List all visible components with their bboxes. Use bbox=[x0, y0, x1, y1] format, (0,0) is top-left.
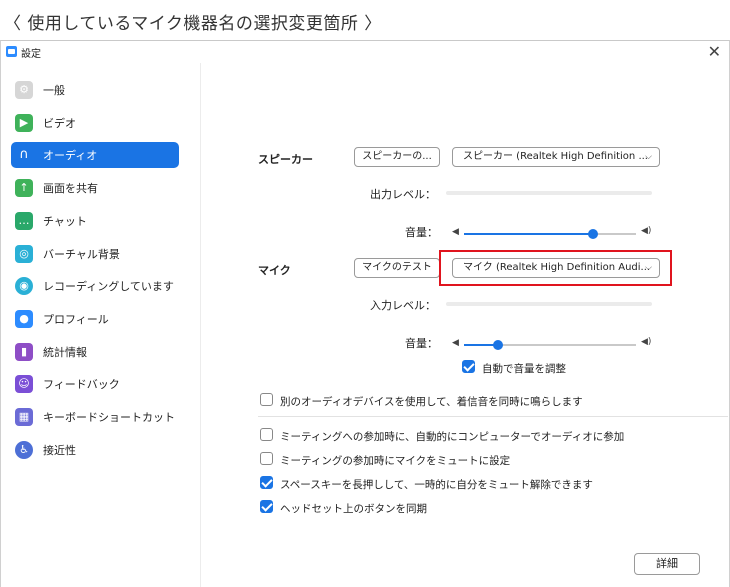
sidebar-item-label: レコーディングしています bbox=[43, 280, 174, 294]
audio-settings-panel: スピーカー スピーカーの... スピーカー (Realtek High Defi… bbox=[202, 63, 729, 587]
option-label: ミーティングの参加時にマイクをミュートに設定 bbox=[280, 455, 511, 467]
feedback-smiley-icon: ☺ bbox=[15, 375, 33, 394]
sidebar-item-11[interactable]: ♿ 接近性 bbox=[11, 437, 179, 463]
option-label: 別のオーディオデバイスを使用して、着信音を同時に鳴らします bbox=[280, 396, 583, 408]
mic-volume-label: 音量： bbox=[405, 337, 438, 350]
volume-low-icon: ◀ bbox=[452, 338, 459, 348]
speaker-volume-label: 音量： bbox=[405, 226, 438, 239]
test-mic-button[interactable]: マイクのテスト bbox=[354, 258, 440, 278]
mic-label: マイク bbox=[258, 264, 291, 277]
test-speaker-button[interactable]: スピーカーの... bbox=[354, 147, 440, 167]
app-logo-icon bbox=[6, 46, 17, 57]
option-label: スペースキーを長押しして、一時的に自分をミュート解除できます bbox=[280, 479, 593, 491]
option-checkbox[interactable] bbox=[260, 393, 273, 406]
option-checkbox[interactable] bbox=[260, 452, 273, 465]
virtual-background-icon: ◎ bbox=[15, 244, 33, 263]
sidebar-item-8[interactable]: ▮ 統計情報 bbox=[11, 339, 179, 365]
sidebar-item-3[interactable]: ↑ 画面を共有 bbox=[11, 175, 179, 201]
sidebar: ⚙ 一般 ▶ ビデオ ∩ オーディオ ↑ 画面を共有 … チャット ◎ バーチャル背景 ◉ レコーディング… bbox=[1, 63, 201, 587]
speaker-volume-slider[interactable] bbox=[464, 229, 636, 239]
speaker-volume-thumb[interactable] bbox=[588, 229, 598, 239]
speaker-label: スピーカー bbox=[258, 153, 313, 166]
sidebar-item-label: 画面を共有 bbox=[43, 182, 98, 196]
sidebar-item-label: 統計情報 bbox=[43, 345, 87, 359]
sidebar-item-label: プロフィール bbox=[43, 312, 109, 326]
sidebar-item-label: オーディオ bbox=[43, 149, 98, 163]
input-level-meter bbox=[446, 302, 652, 306]
window-title: 設定 bbox=[21, 49, 41, 60]
sidebar-item-6[interactable]: ◉ レコーディングしています bbox=[11, 273, 179, 299]
option-checkbox[interactable] bbox=[260, 500, 273, 513]
sidebar-item-label: キーボードショートカット bbox=[43, 411, 175, 424]
sidebar-item-9[interactable]: ☺ フィードバック bbox=[11, 371, 179, 397]
sidebar-item-2[interactable]: ∩ オーディオ bbox=[11, 142, 179, 169]
volume-high-icon: ◀) bbox=[641, 226, 652, 236]
title-bar: 設定 ✕ bbox=[1, 41, 729, 63]
share-screen-icon: ↑ bbox=[15, 179, 33, 198]
caption: 〈 使用しているマイク機器名の選択変更箇所 〉 bbox=[4, 14, 382, 34]
speaker-device-select[interactable]: スピーカー (Realtek High Definition ... ⌵ bbox=[452, 147, 660, 167]
statistics-icon: ▮ bbox=[15, 342, 33, 361]
option-label: ヘッドセット上のボタンを同期 bbox=[280, 503, 427, 515]
auto-adjust-volume-checkbox[interactable] bbox=[462, 360, 475, 373]
chat-bubble-icon: … bbox=[15, 211, 33, 230]
video-camera-icon: ▶ bbox=[15, 113, 33, 132]
accessibility-icon: ♿ bbox=[15, 440, 33, 459]
recording-icon: ◉ bbox=[15, 277, 33, 296]
output-level-label: 出力レベル： bbox=[370, 188, 436, 201]
advanced-button[interactable]: 詳細 bbox=[634, 553, 700, 575]
speaker-device-value: スピーカー (Realtek High Definition ... bbox=[463, 151, 648, 162]
sidebar-item-label: 一般 bbox=[43, 84, 65, 97]
sidebar-item-label: フィードバック bbox=[43, 378, 120, 392]
sidebar-item-7[interactable]: ● プロフィール bbox=[11, 306, 179, 332]
gear-icon: ⚙ bbox=[15, 81, 33, 99]
auto-adjust-volume-label: 自動で音量を調整 bbox=[482, 363, 566, 375]
sidebar-item-label: 接近性 bbox=[43, 443, 76, 457]
sidebar-item-5[interactable]: ◎ バーチャル背景 bbox=[11, 241, 179, 267]
sidebar-item-0[interactable]: ⚙ 一般 bbox=[11, 77, 179, 103]
sidebar-item-label: ビデオ bbox=[43, 116, 76, 130]
profile-icon: ● bbox=[15, 309, 33, 328]
chevron-down-icon: ⌵ bbox=[645, 152, 652, 162]
close-button[interactable]: ✕ bbox=[708, 42, 721, 61]
option-checkbox[interactable] bbox=[260, 476, 273, 489]
output-level-meter bbox=[446, 191, 652, 195]
speaker-volume-fill bbox=[464, 233, 593, 235]
sidebar-item-1[interactable]: ▶ ビデオ bbox=[11, 110, 179, 136]
highlight-box bbox=[439, 250, 672, 286]
sidebar-item-10[interactable]: ▦ キーボードショートカット bbox=[11, 404, 179, 430]
sidebar-item-label: チャット bbox=[43, 214, 87, 228]
volume-low-icon: ◀ bbox=[452, 227, 459, 237]
keyboard-icon: ▦ bbox=[15, 408, 33, 426]
mic-volume-thumb[interactable] bbox=[493, 340, 504, 350]
sidebar-item-4[interactable]: … チャット bbox=[11, 208, 179, 234]
headphones-icon: ∩ bbox=[19, 147, 29, 163]
mic-volume-slider[interactable] bbox=[464, 340, 636, 350]
option-checkbox[interactable] bbox=[260, 428, 273, 441]
volume-high-icon: ◀) bbox=[641, 337, 652, 347]
sidebar-item-label: バーチャル背景 bbox=[43, 247, 120, 261]
divider bbox=[258, 416, 728, 417]
option-label: ミーティングへの参加時に、自動的にコンピューターでオーディオに参加 bbox=[280, 431, 625, 443]
settings-window: 設定 ✕ ⚙ 一般 ▶ ビデオ ∩ オーディオ ↑ 画面を共有 … チャット ◎ バーチャル背景 ◉ レコ… bbox=[0, 40, 730, 587]
input-level-label: 入力レベル： bbox=[370, 299, 436, 312]
